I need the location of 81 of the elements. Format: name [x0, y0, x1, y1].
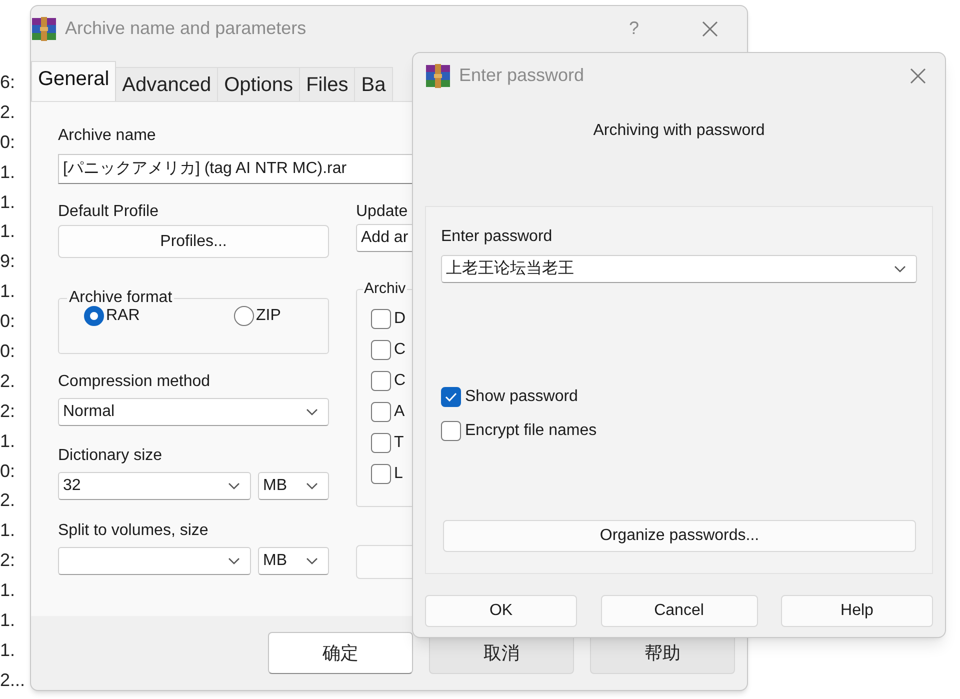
dialog-button[interactable]: 确定: [268, 632, 413, 674]
list-cell-text: 1.: [0, 638, 16, 662]
list-cell-text: 9:: [0, 250, 16, 274]
close-icon[interactable]: [701, 20, 719, 38]
checkbox-label: C: [394, 340, 406, 360]
list-cell-text: 2.: [0, 489, 16, 512]
checkbox[interactable]: [371, 464, 391, 484]
list-cell-text: 1.: [0, 579, 16, 602]
profiles-button[interactable]: Profiles...: [58, 225, 329, 258]
chevron-down-icon: [894, 265, 906, 273]
list-cell-text: 1.: [0, 280, 16, 304]
dialog-button[interactable]: Cancel: [600, 595, 758, 627]
password-combo[interactable]: 上老王论坛当老王: [441, 255, 917, 283]
checkbox-label: Encrypt file names: [465, 421, 597, 441]
compression-select[interactable]: Normal: [58, 398, 329, 426]
chevron-down-icon: [306, 557, 318, 565]
organize-passwords-button[interactable]: Organize passwords...: [443, 520, 916, 552]
list-cell-text: 1.: [0, 190, 16, 214]
list-cell-text: 0:: [0, 310, 16, 334]
window-title: Enter password: [459, 64, 584, 87]
checkbox[interactable]: [441, 421, 461, 441]
checkbox[interactable]: [371, 370, 391, 390]
radio-label: RAR: [106, 306, 140, 326]
window-title: Archive name and parameters: [65, 17, 306, 40]
list-cell-text: 0:: [0, 130, 16, 154]
list-cell-text: 2:: [0, 400, 16, 423]
dialog-heading: Archiving with password: [593, 121, 765, 141]
checkbox[interactable]: [371, 340, 391, 360]
stacked-books-icon: [31, 16, 57, 40]
close-icon[interactable]: [909, 66, 927, 84]
tab[interactable]: Ba: [355, 67, 393, 101]
group-label: Archive format: [68, 288, 174, 308]
volume-size-combo[interactable]: [58, 547, 251, 575]
chevron-down-icon: [306, 408, 318, 416]
list-cell-text: 2:: [0, 549, 16, 572]
unit-select[interactable]: MB: [258, 472, 329, 500]
list-cell-text: 1.: [0, 160, 16, 184]
unit-select[interactable]: MB: [258, 547, 329, 575]
field-label: Archive name: [58, 126, 156, 146]
chevron-down-icon: [306, 482, 318, 490]
checkbox-label: A: [394, 402, 405, 422]
list-cell-text: 1.: [0, 609, 16, 632]
checkbox[interactable]: [441, 387, 461, 407]
list-cell-text: 2.: [0, 100, 16, 124]
list-cell-text: 0:: [0, 340, 16, 364]
tab[interactable]: General: [31, 61, 116, 101]
field-label: Split to volumes, size: [58, 521, 208, 541]
list-cell-text: 6:: [0, 71, 16, 94]
checkbox[interactable]: [371, 402, 391, 422]
tab[interactable]: Advanced: [116, 67, 218, 101]
radio-label: ZIP: [256, 306, 281, 326]
field-label: Default Profile: [58, 202, 158, 222]
list-cell-text: 1.: [0, 220, 16, 244]
checkbox-label: C: [394, 370, 406, 390]
checkbox-label: L: [394, 464, 403, 484]
checkbox[interactable]: [371, 308, 391, 328]
checkbox-label: D: [394, 308, 406, 328]
list-cell-text: 2.: [0, 370, 16, 393]
dialog-button[interactable]: OK: [425, 595, 577, 627]
group-label: Archiv: [363, 279, 407, 299]
checkmark-icon: [445, 392, 457, 402]
checkbox-label: T: [394, 432, 404, 452]
radio-button[interactable]: [234, 306, 254, 326]
dictionary-size-combo[interactable]: 32: [58, 472, 251, 500]
tab[interactable]: Files: [300, 67, 356, 101]
list-cell-text: 0:: [0, 460, 16, 483]
list-cell-text: 2...: [0, 668, 26, 692]
field-label: Enter password: [441, 227, 552, 247]
checkbox[interactable]: [371, 432, 391, 452]
chevron-down-icon: [228, 482, 240, 490]
field-label: Compression method: [58, 372, 210, 392]
radio-button[interactable]: [84, 306, 104, 326]
stacked-books-icon: [425, 64, 451, 88]
chevron-down-icon: [228, 557, 240, 565]
field-label: Update: [356, 202, 408, 222]
tab[interactable]: Options: [218, 67, 300, 101]
list-cell-text: 1.: [0, 430, 16, 453]
checkbox-label: Show password: [465, 387, 578, 407]
list-cell-text: 1.: [0, 519, 16, 542]
dialog-button[interactable]: Help: [781, 595, 933, 627]
field-label: Dictionary size: [58, 446, 162, 466]
